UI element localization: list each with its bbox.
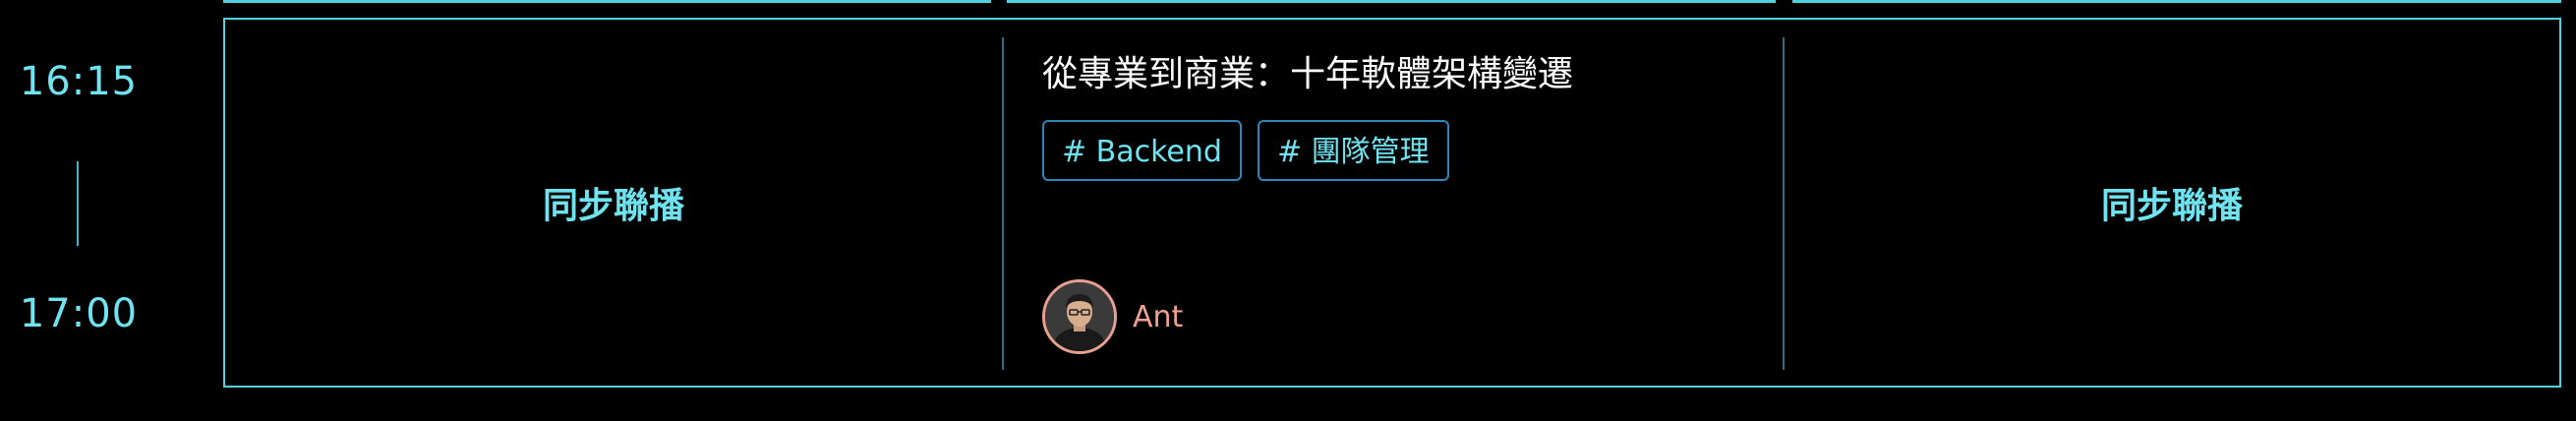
time-column: 16:15 17:00 — [0, 0, 224, 421]
end-time: 17:00 — [19, 291, 139, 336]
tag-team-management[interactable]: # 團隊管理 — [1257, 120, 1449, 181]
tag-backend[interactable]: # Backend — [1042, 120, 1242, 181]
speaker-avatar[interactable] — [1042, 279, 1117, 354]
speaker-name[interactable]: Ant — [1133, 300, 1183, 334]
start-time: 16:15 — [19, 59, 139, 104]
previous-row-border-left — [223, 0, 991, 3]
simulcast-label-right: 同步聯播 — [2100, 186, 2243, 226]
simulcast-label-left: 同步聯播 — [542, 186, 684, 226]
speaker-avatar-photo-icon — [1045, 282, 1114, 351]
session-title[interactable]: 從專業到商業：十年軟體架構變遷 — [1042, 49, 1770, 100]
previous-row-border-middle — [1007, 0, 1776, 3]
time-range-line — [77, 161, 79, 246]
previous-row-border-right — [1792, 0, 2561, 3]
speaker[interactable]: Ant — [1042, 279, 1183, 354]
session-tags: # Backend # 團隊管理 — [1042, 120, 1770, 181]
session-card[interactable]: 從專業到商業：十年軟體架構變遷 # Backend # 團隊管理 Ant — [1042, 39, 1770, 364]
column-divider-1 — [1002, 37, 1004, 370]
